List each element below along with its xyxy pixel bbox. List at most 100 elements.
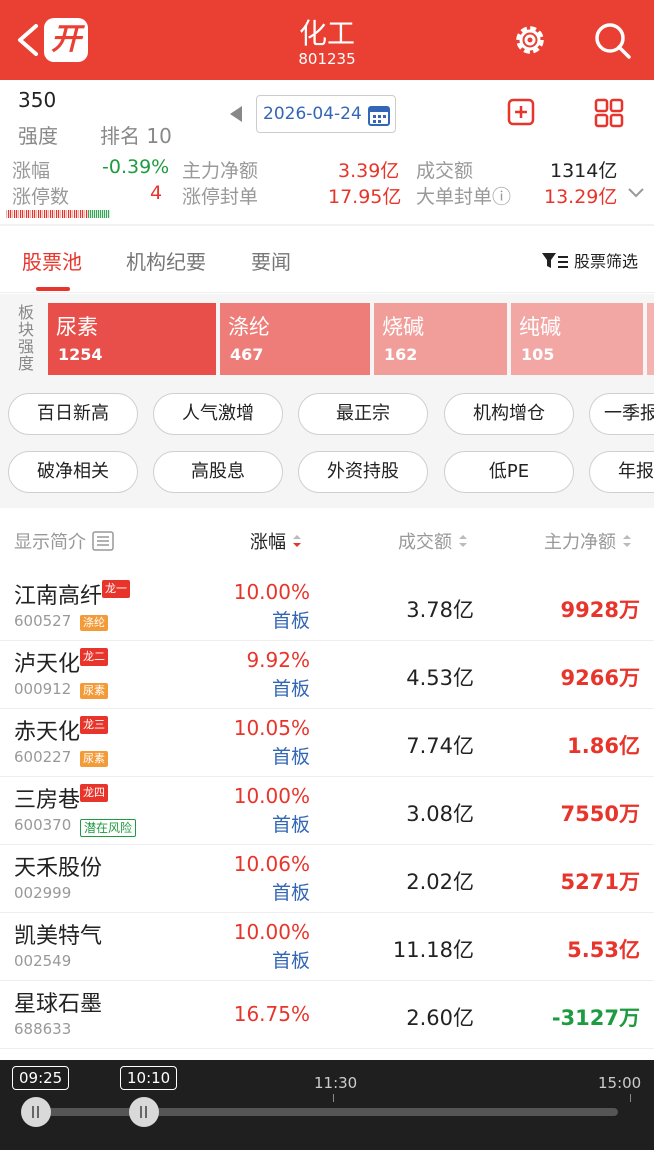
metric-bigorder-value: 13.29亿 [544, 186, 618, 208]
table-row[interactable]: 泸天化 龙二 000912 尿素 9.92% 首板 4.53亿 9266万 [0, 640, 654, 709]
stock-filter-button[interactable]: 股票筛选 [541, 248, 638, 272]
stock-name: 凯美特气 [14, 924, 103, 949]
table-row[interactable]: 天禾股份 002999 10.06% 首板 2.02亿 5271万 [0, 844, 654, 913]
column-header-change[interactable]: 涨幅 [250, 528, 302, 554]
chip-filter[interactable]: 机构增仓 [444, 393, 574, 435]
net-inflow: 9266万 [560, 666, 640, 690]
chip-filter[interactable]: 最正宗 [298, 393, 428, 435]
chip-filter[interactable]: 人气激增 [153, 393, 283, 435]
column-header-intro[interactable]: 显示简介 [14, 528, 114, 554]
strength-label: 强度 [18, 124, 58, 148]
search-icon[interactable] [592, 20, 632, 60]
table-row[interactable]: 赤天化 龙三 600227 尿素 10.05% 首板 7.74亿 1.86亿 [0, 708, 654, 777]
heat-tick [86, 210, 88, 218]
sector-code: 801235 [298, 50, 356, 68]
heat-tick [80, 210, 82, 218]
heat-tick [70, 210, 72, 218]
stock-code: 002549 [14, 952, 72, 970]
sector-block[interactable]: 涤纶 467 [220, 303, 370, 375]
stock-name: 星球石墨 [14, 992, 103, 1017]
heat-tick [94, 210, 96, 218]
heat-tick [72, 210, 74, 218]
time-tick [333, 1094, 334, 1102]
turnover-amount: 2.02亿 [406, 870, 474, 894]
chip-filter[interactable]: 低PE [444, 451, 574, 493]
net-inflow: 7550万 [560, 802, 640, 826]
heat-tick [40, 210, 42, 218]
heat-tick [108, 210, 110, 218]
heat-tick [44, 210, 46, 218]
table-row[interactable]: 三房巷 龙四 600370 潜在风险 10.00% 首板 3.08亿 7550万 [0, 776, 654, 845]
heat-tick [100, 210, 102, 218]
stock-name: 江南高纤 [14, 584, 103, 609]
metric-limitup-count: 4 [150, 182, 163, 204]
sort-icon [458, 535, 467, 547]
board-label: 首板 [271, 746, 310, 768]
heat-tick [46, 210, 48, 218]
heat-tick [92, 210, 94, 218]
table-row[interactable]: 凯美特气 002549 10.00% 首板 11.18亿 5.53亿 [0, 912, 654, 981]
chip-filter[interactable]: 百日新高 [8, 393, 138, 435]
column-header-label: 涨幅 [250, 532, 286, 553]
heat-tick [26, 210, 28, 218]
metric-limitup-orders: 17.95亿 [328, 186, 402, 208]
net-inflow: 5.53亿 [567, 938, 640, 962]
dragon-rank-badge: 龙二 [80, 648, 108, 666]
board-label: 首板 [271, 950, 310, 972]
heat-tick [68, 210, 70, 218]
column-header-turnover[interactable]: 成交额 [398, 528, 468, 554]
metric-label[interactable]: 大单封单ⓘ [416, 182, 511, 209]
heat-tick [50, 210, 52, 218]
heat-tick [14, 210, 16, 218]
table-row[interactable]: 江南高纤 龙一 600527 涤纶 10.00% 首板 3.78亿 9928万 [0, 572, 654, 641]
add-watchlist-icon[interactable] [507, 98, 535, 126]
heat-strip [6, 210, 110, 218]
heat-tick [22, 210, 24, 218]
chip-filter[interactable]: 破净相关 [8, 451, 138, 493]
heat-tick [36, 210, 38, 218]
date-text: 2026-04-24 [263, 104, 362, 124]
grid-layout-icon[interactable] [594, 98, 624, 128]
concept-tag: 尿素 [80, 751, 108, 767]
dragon-rank-badge: 龙三 [80, 716, 108, 734]
heat-tick [62, 210, 64, 218]
tab-stock-pool[interactable]: 股票池 [22, 246, 82, 275]
stock-name: 三房巷 [14, 788, 81, 813]
column-header-net-inflow[interactable]: 主力净额 [544, 528, 632, 554]
chip-filter[interactable]: 高股息 [153, 451, 283, 493]
stock-code: 000912 [14, 680, 72, 698]
slider-start-handle[interactable] [21, 1097, 51, 1127]
metric-change-value: -0.39% [102, 156, 170, 178]
turnover-amount: 4.53亿 [406, 666, 474, 690]
sector-block[interactable]: 纯碱 105 [511, 303, 643, 375]
filter-label: 股票筛选 [573, 252, 638, 271]
chevron-down-icon[interactable] [626, 186, 646, 200]
current-time-label: 10:10 [120, 1066, 178, 1090]
prev-date-arrow-icon[interactable] [230, 106, 242, 122]
heat-tick [12, 210, 14, 218]
tab-institution-notes[interactable]: 机构纪要 [126, 246, 206, 275]
slider-track[interactable] [36, 1108, 618, 1116]
date-picker[interactable]: 2026-04-24 [256, 95, 396, 133]
sector-name: 尿素 [56, 315, 98, 339]
heat-tick [76, 210, 78, 218]
heat-tick [6, 210, 8, 218]
metric-turnover-value: 1314亿 [550, 160, 618, 182]
chip-filter[interactable]: 年报 [589, 451, 654, 493]
sector-block[interactable]: 尿素 1254 [48, 303, 216, 375]
heat-tick [82, 210, 84, 218]
table-row[interactable]: 星球石墨 688633 16.75% 2.60亿 -3127万 [0, 980, 654, 1049]
chip-filter[interactable]: 一季报 [589, 393, 654, 435]
turnover-amount: 3.78亿 [406, 598, 474, 622]
strength-value: 350 [18, 88, 57, 112]
sector-block[interactable]: 烧碱 162 [374, 303, 507, 375]
settings-gear-icon[interactable] [510, 20, 550, 60]
slider-current-handle[interactable] [129, 1097, 159, 1127]
heat-tick [34, 210, 36, 218]
sector-block-partial[interactable] [647, 303, 654, 375]
stock-code: 688633 [14, 1020, 72, 1038]
tab-news[interactable]: 要闻 [251, 246, 291, 275]
heat-tick [56, 210, 58, 218]
chip-filter[interactable]: 外资持股 [298, 451, 428, 493]
turnover-amount: 7.74亿 [406, 734, 474, 758]
